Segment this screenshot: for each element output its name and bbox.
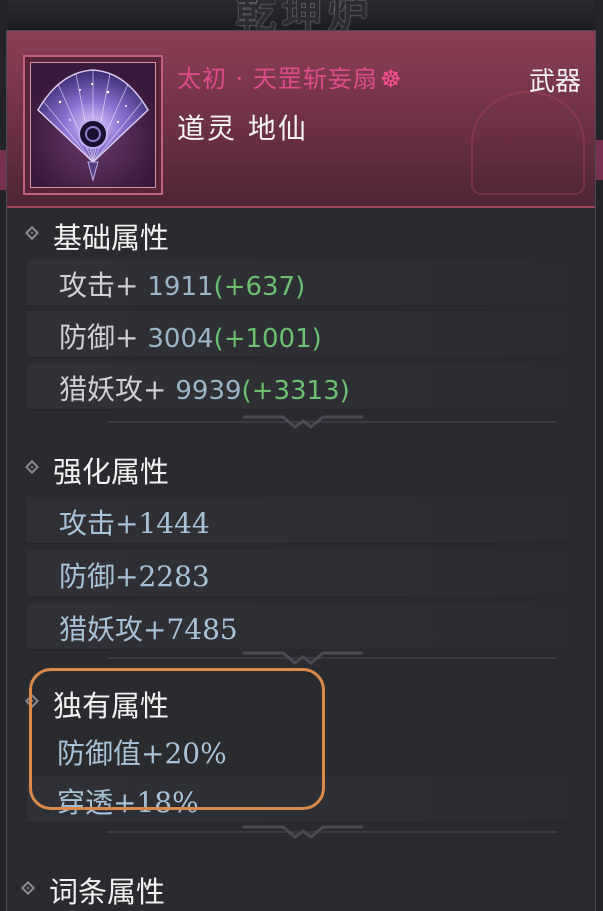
stat-text: 猎妖攻+7485	[59, 608, 238, 648]
divider-ornament	[243, 651, 363, 665]
divider-ornament	[243, 825, 363, 839]
stat-row: 猎妖攻+7485	[27, 603, 583, 650]
wheel-seal-icon: ☸	[379, 65, 403, 93]
highlight-annotation	[29, 668, 325, 810]
stat-label: 猎妖攻	[59, 613, 144, 646]
diamond-bullet-icon	[20, 880, 36, 896]
stat-row: 防御+2283	[27, 550, 583, 597]
background-right-slot	[595, 140, 603, 180]
item-tooltip-panel: 太初 · 天罡斩妄扇☸ 武器 道灵 地仙 基础属性 攻击+ 1911(+637)…	[6, 30, 596, 911]
stat-bonus: (+3313)	[241, 376, 350, 406]
item-name-text: 太初 · 天罡斩妄扇	[177, 65, 378, 93]
stat-text: 猎妖攻+ 9939(+3313)	[59, 368, 350, 408]
section-title-base: 基础属性	[53, 221, 170, 255]
stat-bonus: (+1001)	[213, 324, 322, 354]
stat-row: 攻击+1444	[27, 497, 583, 544]
item-grade: 道灵 地仙	[177, 112, 308, 145]
item-type: 武器	[528, 67, 581, 97]
stat-value: +1444	[115, 507, 210, 540]
stat-value: +2283	[115, 560, 210, 593]
divider-ornament	[243, 415, 363, 429]
diamond-bullet-icon	[24, 459, 40, 475]
section-title-affix: 词条属性	[49, 875, 166, 909]
stat-label: 防御	[59, 560, 116, 593]
stat-value: 1911	[147, 272, 214, 302]
stat-text: 攻击+1444	[59, 502, 210, 542]
item-icon-slot[interactable]	[23, 55, 163, 195]
stat-row: 猎妖攻+ 9939(+3313)	[27, 363, 583, 410]
stat-value: 3004	[147, 324, 214, 354]
section-title-enhance: 强化属性	[53, 455, 170, 489]
stat-text: 防御+ 3004(+1001)	[59, 316, 322, 356]
stat-label: 防御+	[59, 321, 139, 354]
stat-value: 9939	[175, 376, 242, 406]
stat-label: 猎妖攻+	[59, 373, 167, 406]
stat-row: 防御+ 3004(+1001)	[27, 311, 583, 358]
stat-row: 攻击+ 1911(+637)	[27, 259, 583, 306]
stat-value: +7485	[143, 613, 238, 646]
item-header: 太初 · 天罡斩妄扇☸ 武器 道灵 地仙	[7, 31, 595, 208]
galaxy-fan-icon	[37, 69, 149, 182]
header-ornament	[471, 91, 585, 195]
stat-bonus: (+637)	[213, 272, 306, 302]
background-right-edge	[595, 0, 603, 911]
item-name: 太初 · 天罡斩妄扇☸	[177, 59, 402, 94]
stat-label: 攻击	[59, 507, 116, 540]
stat-label: 攻击+	[59, 269, 139, 302]
diamond-bullet-icon	[24, 225, 40, 241]
stat-text: 防御+2283	[59, 555, 210, 595]
stat-text: 攻击+ 1911(+637)	[59, 264, 305, 304]
